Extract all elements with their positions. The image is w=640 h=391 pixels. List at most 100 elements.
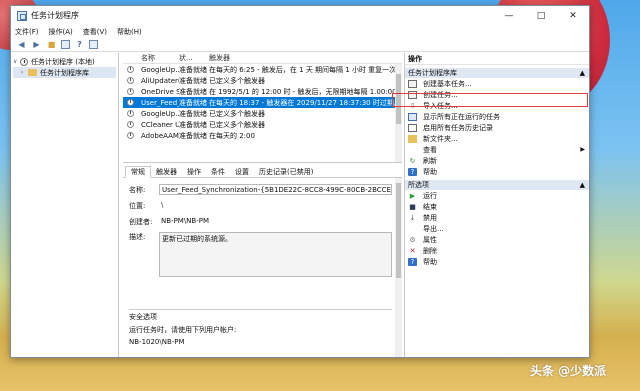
name-field[interactable]: User_Feed_Synchronization-{5B1DE22C-8CC8… [159,184,392,195]
action-refresh[interactable]: ↻ 刷新 [405,155,589,166]
up-folder-icon[interactable]: ■ [46,39,57,50]
column-header-trigger[interactable]: 触发器 [209,53,402,63]
task-clock-icon [127,132,134,139]
action-help[interactable]: ? 帮助 [405,166,589,177]
expand-chevron-icon[interactable]: › [21,69,28,76]
action-view[interactable]: 查看 ▶ [405,144,589,155]
task-clock-icon [127,121,134,128]
show-hide-action-pane-icon[interactable] [89,40,98,49]
tree-node-library-label: 任务计划程序库 [40,68,89,77]
menu-view[interactable]: 查看(V) [83,27,107,37]
detail-tabs: 常规 触发器 操作 条件 设置 历史记录(已禁用) [123,166,402,178]
tab-conditions[interactable]: 条件 [206,166,230,177]
description-field[interactable]: 更新已过期的系统源。 [159,232,392,277]
run-as-value: NB-1020\NB-PM [129,338,185,346]
menu-file[interactable]: 文件(F) [15,27,39,37]
delete-icon: ✕ [409,246,416,255]
action-show-running[interactable]: 显示所有正在运行的任务 [405,111,589,122]
action-label: 新文件夹... [423,134,458,143]
menu-help[interactable]: 帮助(H) [117,27,142,37]
action-properties[interactable]: ⚙ 属性 [405,234,589,245]
tab-actions[interactable]: 操作 [182,166,206,177]
action-disable[interactable]: ↓ 禁用 [405,212,589,223]
maximize-button[interactable]: □ [525,6,557,25]
column-header-name[interactable]: 名称 [123,53,179,63]
tree-node-library[interactable]: › 任务计划程序库 [13,67,116,78]
action-run[interactable]: ▶ 运行 [405,190,589,201]
action-label: 创建基本任务... [423,79,472,88]
task-row-selected[interactable]: User_Feed_...准备就绪在每天的 18:37 - 触发器在 2029/… [123,97,402,108]
tab-general[interactable]: 常规 [125,166,151,178]
refresh-icon: ↻ [409,156,416,165]
action-label: 删除 [423,246,437,255]
task-row[interactable]: AdobeAAM...准备就绪在每天的 2:00 [123,130,402,141]
stop-icon: ■ [409,202,416,211]
watermark-text: 头条 @少数派 [530,364,607,378]
task-status: 准备就绪 [179,87,207,96]
action-end[interactable]: ■ 结束 [405,201,589,212]
run-as-label: 运行任务时，请使用下列用户帐户: [129,326,237,334]
task-clock-icon [127,110,134,117]
action-help-selected[interactable]: ? 帮助 [405,256,589,267]
export-icon [408,225,417,233]
task-scheduler-window: 任务计划程序 — □ ✕ 文件(F) 操作(A) 查看(V) 帮助(H) ◀ ▶… [10,5,590,358]
location-value: \ [161,201,164,209]
task-detail-pane: 常规 触发器 操作 条件 设置 历史记录(已禁用) 名称: User_Feed_S… [123,166,402,357]
detail-scrollbar[interactable] [395,178,402,357]
menu-action[interactable]: 操作(A) [49,27,73,37]
task-trigger: 已定义多个触发器 [209,76,265,85]
toolbar: ◀ ▶ ■ ? [11,38,589,52]
task-row[interactable]: CCleaner U...准备就绪已定义多个触发器 [123,119,402,130]
task-row[interactable]: GoogleUp... 准备就绪 在每天的 6:25 - 触发后，在 1 天 期间每… [123,64,402,75]
minimize-button[interactable]: — [493,6,525,25]
help-icon: ? [408,257,417,266]
task-clock-icon [127,66,134,73]
task-row[interactable]: OneDrive S...准备就绪在 1992/5/1 的 12:00 时 - … [123,86,402,97]
task-trigger: 在每天的 6:25 - 触发后，在 1 天 期间每隔 1 小时 重复一次。 [209,65,402,74]
column-header-status[interactable]: 状... [179,53,209,63]
collapse-chevron-icon[interactable]: ∨ [13,58,20,65]
task-status: 准备就绪 [179,98,207,107]
task-row[interactable]: AliUpdater(...准备就绪已定义多个触发器 [123,75,402,86]
task-list-scrollbar[interactable] [395,64,402,162]
security-options-label: 安全选项 [129,313,157,321]
actions-section-library-label: 任务计划程序库 [408,69,457,77]
show-hide-tree-icon[interactable] [61,40,70,49]
action-export[interactable]: 导出... [405,223,589,234]
security-options: 安全选项 运行任务时，请使用下列用户帐户: NB-1020\NB-PM [129,309,392,349]
action-enable-history[interactable]: 启用所有任务历史记录 [405,122,589,133]
scroll-thumb[interactable] [396,183,401,278]
task-clock-icon [127,88,134,95]
task-row[interactable]: GoogleUp... 准备就绪 已定义多个触发器 [123,108,402,119]
tab-settings[interactable]: 设置 [230,166,254,177]
help-icon: ? [408,167,417,176]
forward-arrow-icon[interactable]: ▶ [31,39,42,50]
collapse-section-icon[interactable]: ▲ [580,69,585,77]
actions-section-selected[interactable]: 所选项 ▲ [405,180,589,190]
task-list-header: 名称 状... 触发器 [123,53,402,64]
task-trigger: 在每天的 18:37 - 触发器在 2029/11/27 18:37:30 时过… [209,98,401,107]
back-arrow-icon[interactable]: ◀ [16,39,27,50]
tree-node-local[interactable]: ∨ 任务计划程序 (本地) [13,56,116,67]
action-new-folder[interactable]: 新文件夹... [405,133,589,144]
action-label: 查看 [423,145,437,154]
action-delete[interactable]: ✕ 删除 [405,245,589,256]
task-status: 准备就绪 [179,65,207,74]
submenu-arrow-icon: ▶ [580,146,585,153]
action-label: 启用所有任务历史记录 [423,123,493,132]
tree-node-local-label: 任务计划程序 (本地) [31,57,95,66]
task-status: 准备就绪 [179,131,207,140]
task-trigger: 已定义多个触发器 [209,109,265,118]
actions-header: 操作 [405,53,589,65]
general-form: 名称: User_Feed_Synchronization-{5B1DE22C-8… [129,184,392,282]
tab-triggers[interactable]: 触发器 [151,166,182,177]
disable-icon: ↓ [409,213,416,222]
menu-bar: 文件(F) 操作(A) 查看(V) 帮助(H) [11,26,589,38]
collapse-section-icon[interactable]: ▲ [580,181,585,189]
close-button[interactable]: ✕ [557,6,589,25]
actions-section-library[interactable]: 任务计划程序库 ▲ [405,68,589,78]
help-toolbar-icon[interactable]: ? [74,39,85,50]
actions-section-selected-label: 所选项 [408,181,429,189]
action-create-basic-task[interactable]: 创建基本任务... [405,78,589,89]
tab-history[interactable]: 历史记录(已禁用) [254,166,318,177]
